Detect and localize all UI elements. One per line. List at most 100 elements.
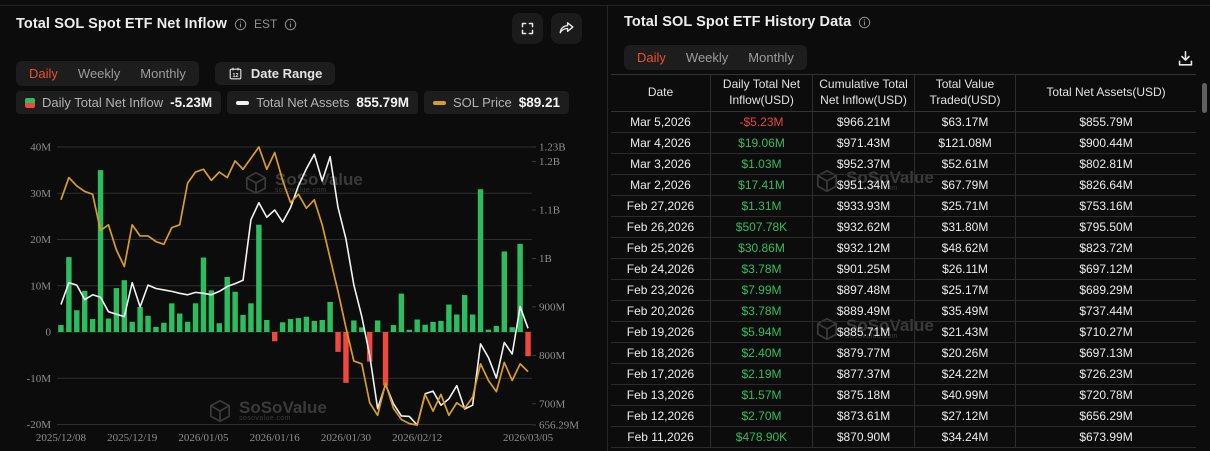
tab-weekly[interactable]: Weekly: [676, 47, 738, 68]
inflow-bar[interactable]: [510, 327, 515, 332]
tab-monthly[interactable]: Monthly: [130, 63, 196, 84]
x-axis-tick: 2025/12/08: [36, 432, 87, 444]
inflow-bar[interactable]: [193, 303, 198, 332]
share-icon: [558, 20, 575, 37]
inflow-bar[interactable]: [114, 288, 119, 332]
value-cell: $21.43M: [915, 322, 1016, 342]
inflow-bar[interactable]: [486, 330, 491, 332]
inflow-bar[interactable]: [494, 326, 499, 332]
inflow-bar[interactable]: [446, 305, 451, 332]
inflow-bar[interactable]: [280, 322, 285, 332]
inflow-bar[interactable]: [130, 322, 135, 332]
date-cell: Feb 17,2026: [611, 364, 711, 384]
left-controls: DailyWeeklyMonthly 12 Date Range: [16, 61, 335, 86]
right-axis-tick: 800M: [539, 350, 566, 362]
inflow-bar[interactable]: [288, 319, 293, 332]
inflow-bar[interactable]: [248, 303, 253, 332]
inflow-bar[interactable]: [462, 295, 467, 332]
inflow-bar[interactable]: [74, 310, 79, 332]
inflow-bar[interactable]: [66, 257, 71, 332]
inflow-bar[interactable]: [145, 316, 150, 332]
inflow-bar[interactable]: [209, 290, 214, 332]
fullscreen-button[interactable]: [512, 13, 543, 44]
inflow-bar[interactable]: [272, 332, 277, 341]
inflow-bar[interactable]: [296, 318, 301, 332]
table-row: Feb 27,2026$1.31M$933.93M$25.71M$753.16M: [611, 196, 1196, 217]
table-scrollbar-thumb[interactable]: [1202, 83, 1207, 113]
inflow-bar[interactable]: [304, 317, 309, 332]
column-header: Date: [611, 75, 711, 111]
tab-monthly[interactable]: Monthly: [738, 47, 804, 68]
inflow-bar[interactable]: [438, 321, 443, 332]
date-cell: Mar 4,2026: [611, 133, 711, 153]
etf-netinflow-chart[interactable]: 40M30M20M10M0-10M-20M1.23B1.2B1.1B1B900M…: [0, 130, 600, 451]
value-cell: $875.18M: [813, 385, 915, 405]
inflow-bar[interactable]: [169, 303, 174, 332]
inflow-bar[interactable]: [217, 323, 222, 332]
inflow-bar[interactable]: [351, 320, 356, 332]
timezone-info-icon[interactable]: [284, 18, 297, 31]
inflow-swatch-icon: [25, 98, 35, 108]
net-assets-line: [61, 154, 528, 425]
inflow-bar[interactable]: [177, 314, 182, 333]
line-swatch-icon: [236, 101, 249, 105]
inflow-bar[interactable]: [391, 325, 396, 332]
value-cell: $478.90K: [711, 427, 813, 447]
inflow-bar[interactable]: [232, 292, 237, 332]
inflow-bar[interactable]: [240, 315, 245, 332]
table-row: Feb 18,2026$2.40M$879.77M$20.26M$697.13M: [611, 343, 1196, 364]
share-button[interactable]: [551, 13, 582, 44]
value-cell: $20.26M: [915, 343, 1016, 363]
inflow-bar[interactable]: [264, 320, 269, 332]
download-button[interactable]: [1174, 47, 1196, 69]
inflow-bar[interactable]: [502, 251, 507, 332]
inflow-bar[interactable]: [320, 320, 325, 332]
date-cell: Mar 3,2026: [611, 154, 711, 174]
tab-daily[interactable]: Daily: [627, 47, 676, 68]
tab-daily[interactable]: Daily: [19, 63, 68, 84]
left-panel-title: Total SOL Spot ETF Net Inflow: [16, 16, 227, 32]
tab-weekly[interactable]: Weekly: [68, 63, 130, 84]
inflow-bar[interactable]: [106, 319, 111, 332]
value-cell: $19.06M: [711, 133, 813, 153]
inflow-bar[interactable]: [343, 332, 348, 383]
inflow-bar[interactable]: [153, 327, 158, 332]
inflow-bar[interactable]: [430, 322, 435, 332]
value-cell: $48.62M: [915, 238, 1016, 258]
inflow-bar[interactable]: [525, 332, 530, 356]
inflow-bar[interactable]: [137, 307, 142, 332]
table-row: Feb 11,2026$478.90K$870.90M$34.24M$673.9…: [611, 427, 1196, 448]
inflow-bar[interactable]: [185, 322, 190, 332]
legend-daily-total-net-inflow[interactable]: Daily Total Net Inflow-5.23M: [16, 91, 221, 114]
inflow-bar[interactable]: [375, 320, 380, 332]
legend-sol-price[interactable]: SOL Price$89.21: [424, 91, 569, 114]
history-info-icon[interactable]: [858, 16, 871, 29]
inflow-bar[interactable]: [383, 332, 388, 386]
inflow-bar[interactable]: [335, 332, 340, 352]
inflow-bar[interactable]: [415, 320, 420, 332]
inflow-bar[interactable]: [407, 330, 412, 332]
inflow-bar[interactable]: [58, 325, 63, 332]
left-axis-tick: 0: [46, 327, 52, 339]
inflow-bar[interactable]: [327, 302, 332, 332]
legend-value: 855.79M: [356, 95, 409, 110]
sosovalue-etf-dashboard: SoSoValuesosovalue.com SoSoValuesosovalu…: [0, 0, 1210, 451]
date-cell: Feb 24,2026: [611, 259, 711, 279]
inflow-bar[interactable]: [422, 325, 427, 332]
value-cell: $52.61M: [915, 154, 1016, 174]
inflow-bar[interactable]: [161, 323, 166, 332]
value-cell: $27.12M: [915, 406, 1016, 426]
inflow-bar[interactable]: [90, 319, 95, 332]
table-row: Feb 17,2026$2.19M$877.37M$24.22M$726.23M: [611, 364, 1196, 385]
inflow-bar[interactable]: [399, 294, 404, 332]
inflow-bar[interactable]: [256, 225, 261, 332]
inflow-bar[interactable]: [312, 321, 317, 332]
inflow-bar[interactable]: [470, 315, 475, 332]
inflow-bar[interactable]: [478, 189, 483, 332]
date-range-button[interactable]: 12 Date Range: [215, 62, 336, 85]
info-icon[interactable]: [234, 18, 247, 31]
inflow-bar[interactable]: [201, 258, 206, 332]
inflow-bar[interactable]: [98, 170, 103, 332]
legend-total-net-assets[interactable]: Total Net Assets855.79M: [227, 91, 418, 114]
inflow-bar[interactable]: [454, 315, 459, 332]
